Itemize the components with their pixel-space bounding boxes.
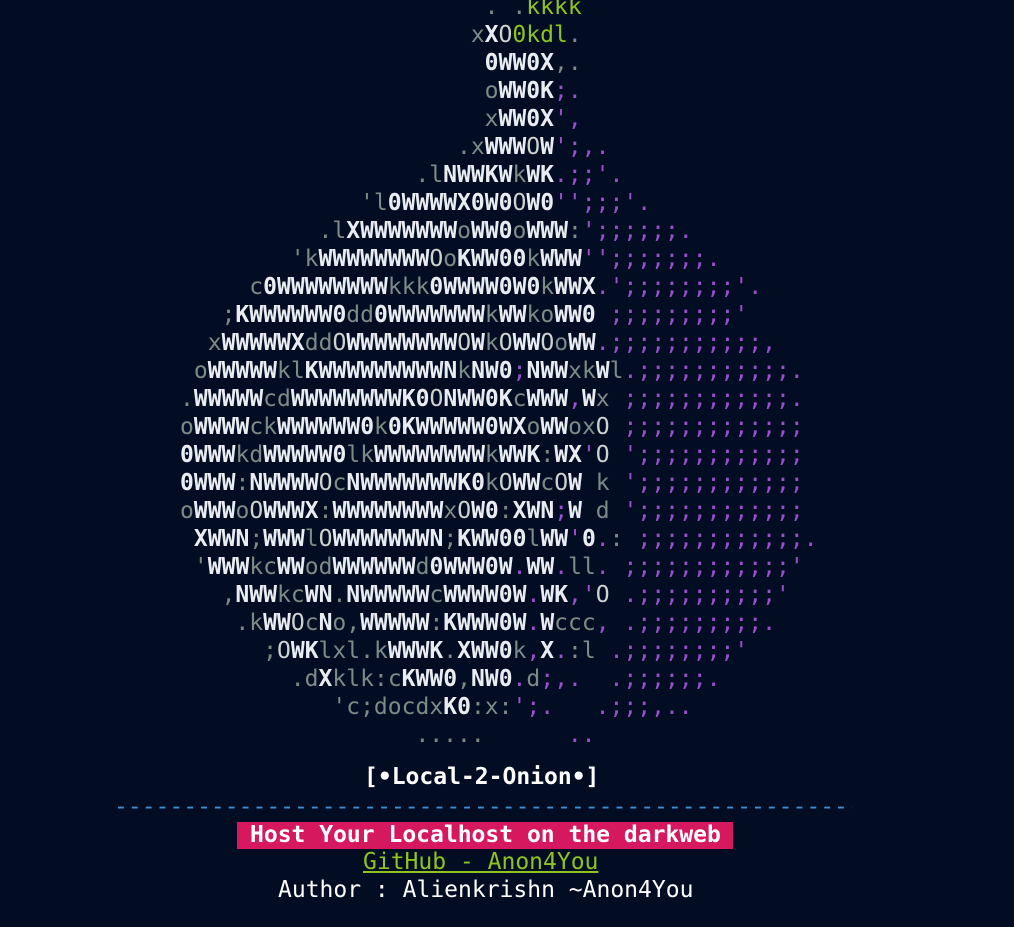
tool-title: [•Local-2-Onion•] bbox=[364, 764, 600, 790]
ascii-art-line: . .kkkk bbox=[484, 0, 582, 20]
github-link[interactable]: GitHub - Anon4You bbox=[363, 849, 598, 875]
ascii-art-line: 'c;docdxK0:x:';. .;;;,.. bbox=[332, 694, 693, 720]
ascii-art-line: oWW0K;. bbox=[484, 78, 582, 104]
ascii-art-line: 0WW0X,. bbox=[484, 50, 582, 76]
ascii-art-line: oWWWWckWWWWWW0k0KWWWWW0WXoWWoxO ;;;;;;;;… bbox=[180, 414, 804, 440]
ascii-art-line: XWWN;WWWlOWWWWWWWN;KWW00lWW'0.: ;;;;;;;;… bbox=[193, 526, 818, 552]
ascii-art-line: xWW0X', bbox=[484, 106, 582, 132]
ascii-art-line: xXO0kdl. bbox=[470, 22, 582, 48]
ascii-art-line: ;KWWWWWW0dd0WWWWWWWkWWkoWW0 ;;;;;;;;;' bbox=[221, 302, 749, 328]
ascii-art-line: ,NWWkcWN.NWWWWWcWWWW0W.WK,'O .;;;;;;;;;;… bbox=[221, 582, 790, 608]
ascii-art-line: 0WWW:NWWWWOcNWWWWWWWK0kOWWcOW k ';;;;;;;… bbox=[180, 470, 804, 496]
tagline-banner: Host Your Localhost on the darkweb bbox=[237, 822, 733, 849]
ascii-art-line: .WWWWWcdWWWWWWWWK0ONWW0KcWWW,Wx ;;;;;;;;… bbox=[180, 386, 804, 412]
ascii-art-line: .lXWWWWWWWoWW0oWWW:';;;;;;. bbox=[318, 218, 693, 244]
ascii-art-line: ;OWKlxl.kWWWK.XWW0k,X.:l .;;;;;;;;' bbox=[263, 638, 749, 664]
ascii-art-line: 'kWWWWWWWWOoKWW00kWWW'';;;;;;;. bbox=[290, 246, 721, 272]
ascii-art-line: 'WWWkcWWodWWWWWWd0WWW0W.WW.ll. ;;;;;;;;;… bbox=[193, 554, 804, 580]
ascii-art-line: oWWWoOWWWX:WWWWWWWWxOW0:XWN;W d ';;;;;;;… bbox=[180, 498, 804, 524]
ascii-art-line: c0WWWWWWWWkkk0WWWW0W0kWWX.';;;;;;;;'. bbox=[249, 274, 763, 300]
ascii-art-line: .xWWWOW';,. bbox=[456, 134, 610, 160]
ascii-art-line: .dXklk:cKWW0,NW0.d;,. .;;;;;;. bbox=[290, 666, 721, 692]
terminal-window: . .kkkk xXO0kdl. 0WW0X,. oWW0K;. xWW0X', bbox=[0, 0, 1014, 927]
ascii-art-line: .lNWWKWkWK.;;'. bbox=[415, 162, 624, 188]
dashed-divider: ----------------------------------------… bbox=[114, 794, 852, 820]
ascii-art-line: 'l0WWWWX0W0OW0'';;;'. bbox=[360, 190, 652, 216]
ascii-art-line: ..... .. bbox=[415, 722, 596, 748]
author-credit: Author : Alienkrishn ~Anon4You bbox=[278, 877, 694, 903]
ascii-art-line: xWWWWWXddOWWWWWWWWOWkOWWOoWW.;;;;;;;;;;;… bbox=[207, 330, 776, 356]
ascii-art-line: .kWWOcNo,WWWWW:KWWW0W.Wccc, .;;;;;;;;;. bbox=[235, 610, 776, 636]
ascii-art-line: oWWWWWklKWWWWWWWWWNkNW0;NWWxkWl.;;;;;;;;… bbox=[193, 358, 804, 384]
ascii-art-line: 0WWWkdWWWWW0lkWWWWWWWWkWWK:WX'O ';;;;;;;… bbox=[180, 442, 804, 468]
